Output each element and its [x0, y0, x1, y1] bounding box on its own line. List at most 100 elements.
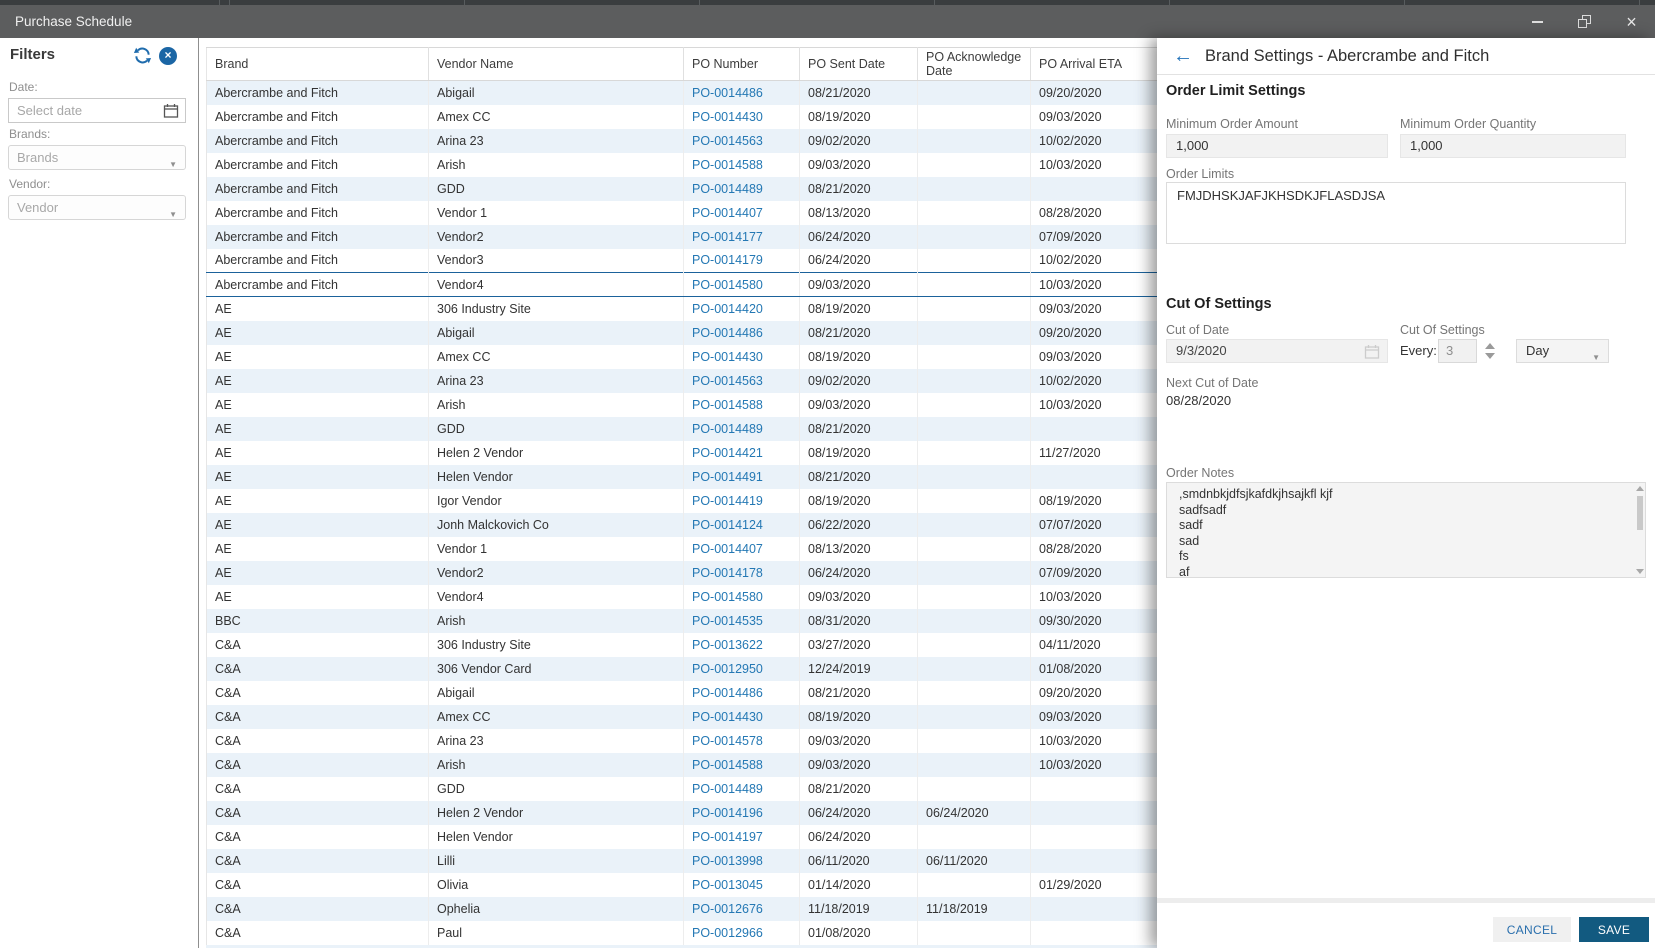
col-header-po-sent-date[interactable]: PO Sent Date: [799, 47, 918, 81]
table-row[interactable]: Abercrambe and Fitch Amex CC PO-0014430 …: [206, 104, 1211, 129]
table-row[interactable]: AE Arina 23 PO-0014563 09/02/2020 10/02/…: [206, 368, 1211, 393]
order-notes-textarea[interactable]: ,smdnbkjdfsjkafdkjhsajkfl kjf sadfsadf s…: [1166, 482, 1646, 578]
po-number-link[interactable]: PO-0014580: [683, 272, 800, 297]
table-row[interactable]: AE Amex CC PO-0014430 08/19/2020 09/03/2…: [206, 344, 1211, 369]
col-header-po-ack-date[interactable]: PO Acknowledge Date: [917, 47, 1031, 81]
table-row[interactable]: C&A Arina 23 PO-0014578 09/03/2020 10/03…: [206, 728, 1211, 753]
col-header-po-number[interactable]: PO Number: [683, 47, 800, 81]
table-row[interactable]: AE Vendor2 PO-0014178 06/24/2020 07/09/2…: [206, 560, 1211, 585]
table-row[interactable]: Abercrambe and Fitch Vendor3 PO-0014179 …: [206, 248, 1211, 273]
po-number-link[interactable]: PO-0012950: [683, 656, 800, 681]
table-row[interactable]: AE Abigail PO-0014486 08/21/2020 09/20/2…: [206, 320, 1211, 345]
table-row[interactable]: AE Helen 2 Vendor PO-0014421 08/19/2020 …: [206, 440, 1211, 465]
table-row[interactable]: AE GDD PO-0014489 08/21/2020: [206, 416, 1211, 441]
table-row[interactable]: Abercrambe and Fitch Arish PO-0014588 09…: [206, 152, 1211, 177]
table-row[interactable]: Abercrambe and Fitch Abigail PO-0014486 …: [206, 80, 1211, 105]
col-header-brand[interactable]: Brand: [206, 47, 429, 81]
po-number-link[interactable]: PO-0012676: [683, 896, 800, 921]
po-number-link[interactable]: PO-0014407: [683, 200, 800, 225]
po-number-link[interactable]: PO-0014588: [683, 752, 800, 777]
order-notes-scrollbar[interactable]: [1635, 484, 1645, 576]
order-limits-textarea[interactable]: FMJDHSKJAFJKHSDKJFLASDJSA: [1166, 182, 1626, 244]
po-ack-date-cell: 06/11/2020: [917, 848, 1031, 873]
cut-of-date-input[interactable]: 9/3/2020: [1166, 339, 1388, 363]
table-row[interactable]: C&A Helen Vendor PO-0014197 06/24/2020: [206, 824, 1211, 849]
po-number-link[interactable]: PO-0014578: [683, 728, 800, 753]
every-stepper-arrows[interactable]: [1483, 339, 1497, 363]
table-row[interactable]: AE Vendor4 PO-0014580 09/03/2020 10/03/2…: [206, 584, 1211, 609]
table-row[interactable]: C&A Lilli PO-0013998 06/11/2020 06/11/20…: [206, 848, 1211, 873]
po-number-link[interactable]: PO-0014563: [683, 368, 800, 393]
table-row[interactable]: Abercrambe and Fitch GDD PO-0014489 08/2…: [206, 176, 1211, 201]
po-number-link[interactable]: PO-0014179: [683, 248, 800, 273]
table-row[interactable]: Abercrambe and Fitch Vendor4 PO-0014580 …: [206, 272, 1211, 297]
po-number-link[interactable]: PO-0014178: [683, 560, 800, 585]
refresh-button[interactable]: [133, 46, 153, 66]
table-row[interactable]: C&A GDD PO-0014489 08/21/2020: [206, 776, 1211, 801]
table-row[interactable]: BBC Arish PO-0014535 08/31/2020 09/30/20…: [206, 608, 1211, 633]
table-row[interactable]: Abercrambe and Fitch Vendor2 PO-0014177 …: [206, 224, 1211, 249]
po-number-link[interactable]: PO-0013622: [683, 632, 800, 657]
po-number-link[interactable]: PO-0014420: [683, 296, 800, 321]
vendor-filter-select[interactable]: Vendor ▼: [8, 195, 186, 220]
po-number-link[interactable]: PO-0014489: [683, 176, 800, 201]
table-row[interactable]: AE Arish PO-0014588 09/03/2020 10/03/202…: [206, 392, 1211, 417]
table-row[interactable]: C&A Olivia PO-0013045 01/14/2020 01/29/2…: [206, 872, 1211, 897]
po-number-link[interactable]: PO-0014196: [683, 800, 800, 825]
po-number-link[interactable]: PO-0014407: [683, 536, 800, 561]
po-number-link[interactable]: PO-0014177: [683, 224, 800, 249]
po-number-link[interactable]: PO-0014430: [683, 704, 800, 729]
table-row[interactable]: AE Jonh Malckovich Co PO-0014124 06/22/2…: [206, 512, 1211, 537]
clear-filters-button[interactable]: ×: [159, 47, 177, 65]
po-number-link[interactable]: PO-0014489: [683, 776, 800, 801]
po-number-link[interactable]: PO-0014430: [683, 344, 800, 369]
date-filter-input[interactable]: Select date: [8, 98, 186, 123]
table-row[interactable]: AE 306 Industry Site PO-0014420 08/19/20…: [206, 296, 1211, 321]
po-number-link[interactable]: PO-0014430: [683, 104, 800, 129]
save-button[interactable]: SAVE: [1579, 917, 1649, 942]
po-number-link[interactable]: PO-0014486: [683, 680, 800, 705]
po-number-link[interactable]: PO-0014486: [683, 80, 800, 105]
table-row[interactable]: C&A 306 Vendor Card PO-0012950 12/24/201…: [206, 656, 1211, 681]
po-number-link[interactable]: PO-0014124: [683, 512, 800, 537]
table-row[interactable]: C&A Arish PO-0014588 09/03/2020 10/03/20…: [206, 752, 1211, 777]
po-number-link[interactable]: PO-0013998: [683, 848, 800, 873]
po-number-link[interactable]: PO-0013045: [683, 872, 800, 897]
period-select[interactable]: Day ▼: [1516, 339, 1609, 363]
table-row[interactable]: Abercrambe and Fitch Arina 23 PO-0014563…: [206, 128, 1211, 153]
close-button[interactable]: ×: [1608, 5, 1655, 38]
po-number-link[interactable]: PO-0014489: [683, 416, 800, 441]
every-stepper-input[interactable]: 3: [1438, 339, 1477, 363]
po-number-link[interactable]: PO-0012966: [683, 920, 800, 945]
table-row[interactable]: C&A Abigail PO-0014486 08/21/2020 09/20/…: [206, 680, 1211, 705]
minimize-button[interactable]: [1514, 5, 1561, 38]
po-number-link[interactable]: PO-0014419: [683, 488, 800, 513]
brands-filter-select[interactable]: Brands ▼: [8, 145, 186, 170]
po-number-link[interactable]: PO-0014588: [683, 152, 800, 177]
table-row[interactable]: C&A Amex CC PO-0014430 08/19/2020 09/03/…: [206, 704, 1211, 729]
table-row[interactable]: AE Vendor 1 PO-0014407 08/13/2020 08/28/…: [206, 536, 1211, 561]
po-number-link[interactable]: PO-0014486: [683, 320, 800, 345]
table-row[interactable]: AE Igor Vendor PO-0014419 08/19/2020 08/…: [206, 488, 1211, 513]
table-row[interactable]: Abercrambe and Fitch Vendor 1 PO-0014407…: [206, 200, 1211, 225]
po-number-link[interactable]: PO-0014491: [683, 464, 800, 489]
scrollbar-thumb[interactable]: [1637, 496, 1643, 530]
table-row[interactable]: C&A 306 Industry Site PO-0013622 03/27/2…: [206, 632, 1211, 657]
cancel-button[interactable]: CANCEL: [1493, 917, 1571, 942]
table-row[interactable]: C&A Paul PO-0012966 01/08/2020: [206, 920, 1211, 945]
back-icon[interactable]: ←: [1173, 46, 1193, 66]
table-row[interactable]: AE Helen Vendor PO-0014491 08/21/2020: [206, 464, 1211, 489]
po-number-link[interactable]: PO-0014535: [683, 608, 800, 633]
po-number-link[interactable]: PO-0014580: [683, 584, 800, 609]
po-number-link[interactable]: PO-0014588: [683, 392, 800, 417]
min-order-amount-input[interactable]: 1,000: [1166, 134, 1388, 158]
po-number-link[interactable]: PO-0014421: [683, 440, 800, 465]
table-row[interactable]: C&A Helen 2 Vendor PO-0014196 06/24/2020…: [206, 800, 1211, 825]
table-row[interactable]: C&A Ophelia PO-0012676 11/18/2019 11/18/…: [206, 896, 1211, 921]
chevron-down-icon: ▼: [169, 210, 177, 219]
min-order-quantity-input[interactable]: 1,000: [1400, 134, 1626, 158]
po-number-link[interactable]: PO-0014197: [683, 824, 800, 849]
col-header-vendor-name[interactable]: Vendor Name: [428, 47, 684, 81]
po-number-link[interactable]: PO-0014563: [683, 128, 800, 153]
restore-button[interactable]: [1561, 5, 1608, 38]
